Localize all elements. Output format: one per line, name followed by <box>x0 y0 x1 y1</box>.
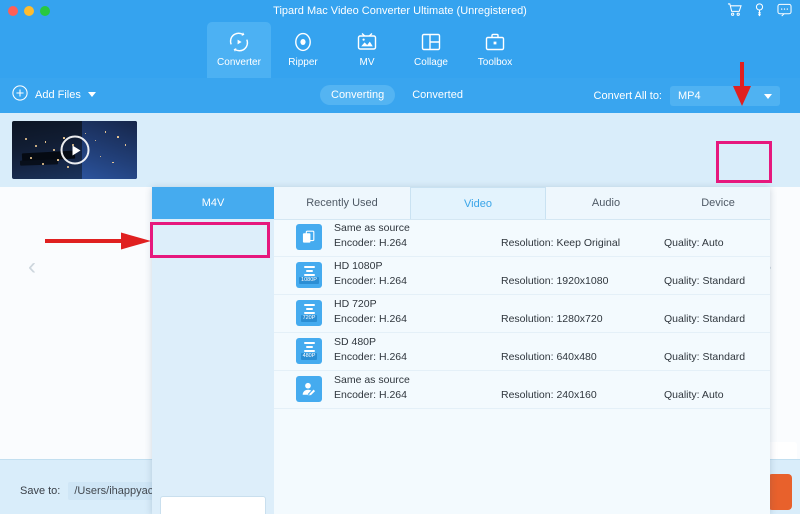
format-resolution: Resolution: 1280x720 <box>501 313 603 325</box>
convert-all-to-select[interactable]: MP4 <box>670 86 780 106</box>
nav-tab-mv-label: MV <box>359 57 375 68</box>
main-nav: Converter Ripper MV Collage Toolbox <box>0 22 800 78</box>
sidebar-item-m4v[interactable]: M4V <box>152 187 274 219</box>
format-encoder: Encoder: H.264 <box>334 237 407 249</box>
app-title: Tipard Mac Video Converter Ultimate (Unr… <box>273 5 527 17</box>
nav-tab-converter-label: Converter <box>217 57 261 68</box>
titlebar-icon-group <box>727 3 792 17</box>
cart-icon[interactable] <box>727 3 742 17</box>
convert-all-to-group: Convert All to: MP4 <box>594 86 780 106</box>
video-preset-icon: 720P <box>296 300 322 326</box>
tab-audio[interactable]: Audio <box>546 187 666 219</box>
save-to-group: Save to: /Users/ihappyacet <box>20 482 173 500</box>
format-panel-main: Recently Used Video Audio Device Same as… <box>274 187 770 514</box>
format-search-input[interactable] <box>160 496 266 514</box>
format-quality: Quality: Standard <box>664 313 746 325</box>
nav-tab-collage-label: Collage <box>414 57 448 68</box>
converter-icon <box>227 29 251 55</box>
format-name: Same as source <box>334 222 410 234</box>
prev-page-icon[interactable]: ‹ <box>28 255 36 279</box>
convert-all-button[interactable] <box>768 474 792 510</box>
nav-tab-toolbox-label: Toolbox <box>477 57 513 68</box>
feedback-icon[interactable] <box>777 3 792 17</box>
video-thumbnail[interactable] <box>12 121 137 179</box>
queue-tabs: Converting Converted <box>320 85 474 105</box>
title-bar: Tipard Mac Video Converter Ultimate (Unr… <box>0 0 800 22</box>
nav-tab-converter[interactable]: Converter <box>207 22 271 78</box>
toolbar: Add Files Converting Converted Convert A… <box>0 78 800 113</box>
format-name: HD 1080P <box>334 260 383 272</box>
tab-converted[interactable]: Converted <box>401 85 474 105</box>
format-row[interactable]: 720P HD 720P Encoder: H.264 Resolution: … <box>274 295 770 333</box>
tab-converting[interactable]: Converting <box>320 85 396 105</box>
nav-tab-mv[interactable]: MV <box>335 22 399 78</box>
format-icon-tag: 1080P <box>299 277 319 284</box>
tab-video[interactable]: Video <box>410 187 546 219</box>
nav-tab-toolbox[interactable]: Toolbox <box>463 22 527 78</box>
mv-icon <box>355 29 379 55</box>
format-name: HD 720P <box>334 298 377 310</box>
same-as-source-icon <box>296 224 322 250</box>
save-to-label: Save to: <box>20 485 61 497</box>
toolbox-icon <box>483 29 507 55</box>
format-row[interactable]: Same as source Encoder: H.264 Resolution… <box>274 371 770 409</box>
ripper-icon <box>291 29 315 55</box>
tab-recently-used[interactable]: Recently Used <box>274 187 410 219</box>
video-preset-icon: 1080P <box>296 262 322 288</box>
key-icon[interactable] <box>754 3 765 17</box>
format-quality: Quality: Auto <box>664 237 724 249</box>
format-icon-tag: 720P <box>300 315 318 322</box>
nav-tab-ripper[interactable]: Ripper <box>271 22 335 78</box>
format-resolution: Resolution: Keep Original <box>501 237 621 249</box>
format-quality: Quality: Standard <box>664 351 746 363</box>
format-icon-tag: 480P <box>300 353 318 360</box>
format-encoder: Encoder: H.264 <box>334 351 407 363</box>
format-quality: Quality: Standard <box>664 275 746 287</box>
add-files-label: Add Files <box>35 88 81 101</box>
format-resolution: Resolution: 240x160 <box>501 389 597 401</box>
format-encoder: Encoder: H.264 <box>334 389 407 401</box>
format-name: SD 480P <box>334 336 377 348</box>
chevron-down-icon[interactable] <box>87 92 96 97</box>
format-name: Same as source <box>334 374 410 386</box>
format-resolution: Resolution: 640x480 <box>501 351 597 363</box>
format-resolution: Resolution: 1920x1080 <box>501 275 609 287</box>
file-row: Source: MPG.mpg i MPG 1920x1080 00:08:40… <box>0 113 800 289</box>
video-preset-icon: 480P <box>296 338 322 364</box>
app-window: Tipard Mac Video Converter Ultimate (Unr… <box>0 0 800 514</box>
nav-tab-collage[interactable]: Collage <box>399 22 463 78</box>
custom-profile-icon <box>296 376 322 402</box>
nav-tab-ripper-label: Ripper <box>288 57 318 68</box>
collage-icon <box>419 29 443 55</box>
format-row[interactable]: 480P SD 480P Encoder: H.264 Resolution: … <box>274 333 770 371</box>
format-encoder: Encoder: H.264 <box>334 275 407 287</box>
format-category-sidebar: M4V <box>152 187 275 514</box>
convert-all-to-label: Convert All to: <box>593 90 662 102</box>
format-list: Same as source Encoder: H.264 Resolution… <box>274 219 770 475</box>
add-files-button[interactable]: Add Files <box>12 85 96 104</box>
chevron-down-icon <box>764 93 772 99</box>
format-tabs: Recently Used Video Audio Device <box>274 187 770 220</box>
play-button[interactable] <box>60 135 89 165</box>
convert-all-to-value: MP4 <box>678 90 701 102</box>
format-dropdown-panel: M4V Recently Used Video Audio Device Sam… <box>152 187 770 514</box>
format-quality: Quality: Auto <box>664 389 724 401</box>
format-row[interactable]: Same as source Encoder: H.264 Resolution… <box>274 219 770 257</box>
format-encoder: Encoder: H.264 <box>334 313 407 325</box>
tab-device[interactable]: Device <box>666 187 770 219</box>
format-row[interactable]: 1080P HD 1080P Encoder: H.264 Resolution… <box>274 257 770 295</box>
plus-circle-icon <box>12 85 28 104</box>
